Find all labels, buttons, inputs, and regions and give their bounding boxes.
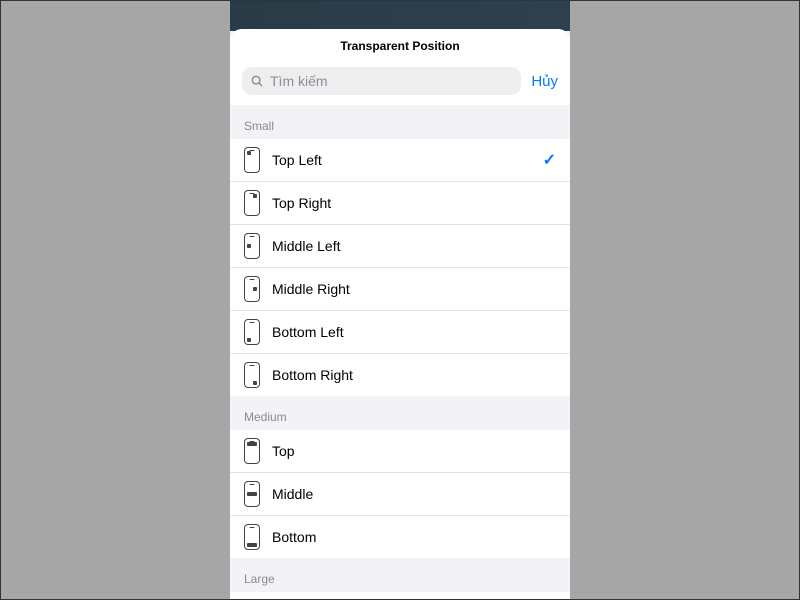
device-icon <box>244 438 260 464</box>
device-icon <box>244 481 260 507</box>
search-input[interactable]: Tìm kiếm <box>242 67 521 95</box>
list-medium: Top Middle Bottom <box>230 430 570 558</box>
option-top-left[interactable]: Top Left ✓ <box>230 139 570 182</box>
option-middle-right[interactable]: Middle Right <box>230 268 570 311</box>
list-small: Top Left ✓ Top Right Middle Left Middle … <box>230 139 570 396</box>
option-label: Bottom Left <box>272 324 556 340</box>
checkmark-icon: ✓ <box>543 150 556 170</box>
search-row: Tìm kiếm Hủy <box>230 61 570 105</box>
option-label: Middle Right <box>272 281 556 297</box>
option-large-top[interactable]: Top <box>230 592 570 599</box>
option-label: Top Right <box>272 195 556 211</box>
option-bottom-left[interactable]: Bottom Left <box>230 311 570 354</box>
option-medium-top[interactable]: Top <box>230 430 570 473</box>
option-label: Top <box>272 443 556 459</box>
option-medium-middle[interactable]: Middle <box>230 473 570 516</box>
app-frame: Transparent Position Tìm kiếm Hủy Small … <box>0 0 800 600</box>
search-placeholder: Tìm kiếm <box>270 73 328 89</box>
device-icon <box>244 319 260 345</box>
section-header-small: Small <box>230 105 570 139</box>
cancel-button[interactable]: Hủy <box>521 73 558 90</box>
device-icon <box>244 190 260 216</box>
option-label: Top Left <box>272 152 531 168</box>
device-icon <box>244 362 260 388</box>
section-header-medium: Medium <box>230 396 570 430</box>
options-scroll[interactable]: Small Top Left ✓ Top Right Middle Left <box>230 105 570 599</box>
option-bottom-right[interactable]: Bottom Right <box>230 354 570 396</box>
status-bar <box>230 1 570 31</box>
device-icon <box>244 233 260 259</box>
option-top-right[interactable]: Top Right <box>230 182 570 225</box>
modal-sheet: Transparent Position Tìm kiếm Hủy Small … <box>230 29 570 599</box>
phone-screen: Transparent Position Tìm kiếm Hủy Small … <box>230 1 570 599</box>
device-icon <box>244 147 260 173</box>
page-title: Transparent Position <box>230 29 570 61</box>
list-large: Top Bottom <box>230 592 570 599</box>
option-label: Bottom Right <box>272 367 556 383</box>
option-middle-left[interactable]: Middle Left <box>230 225 570 268</box>
option-label: Middle <box>272 486 556 502</box>
option-label: Bottom <box>272 529 556 545</box>
option-medium-bottom[interactable]: Bottom <box>230 516 570 558</box>
device-icon <box>244 524 260 550</box>
option-label: Middle Left <box>272 238 556 254</box>
device-icon <box>244 276 260 302</box>
section-header-large: Large <box>230 558 570 592</box>
search-icon <box>250 74 264 88</box>
